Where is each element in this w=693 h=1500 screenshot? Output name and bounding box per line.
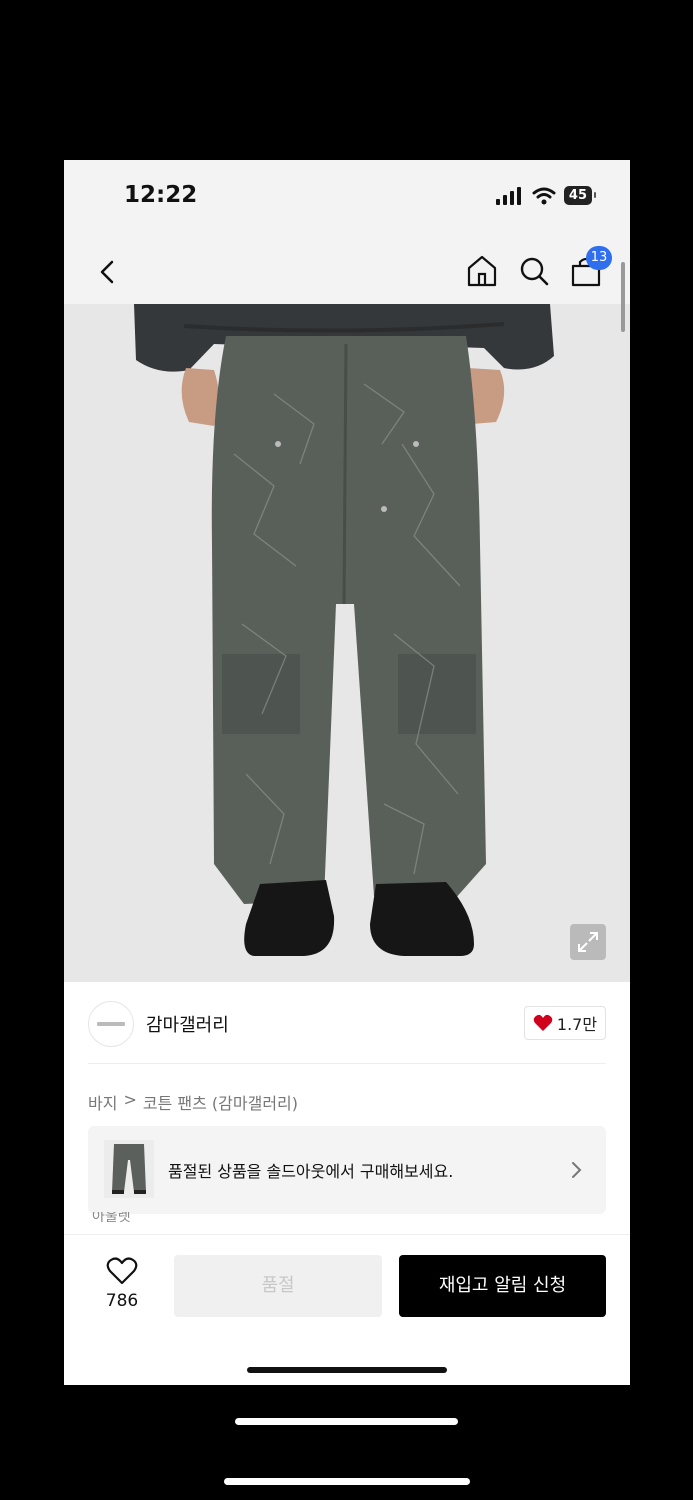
- phone-screen: 12:22 45 13 감마갤러리 1.7만 바지 > 코튼 팬츠 (감마갤러리…: [64, 160, 630, 1385]
- wish-count: 786: [105, 1291, 139, 1311]
- status-bar: 12:22 45: [64, 160, 630, 240]
- expand-icon[interactable]: [570, 924, 606, 960]
- product-image[interactable]: [64, 304, 630, 982]
- restock-alert-button[interactable]: 재입고 알림 신청: [399, 1255, 606, 1317]
- breadcrumb-separator: >: [123, 1090, 137, 1109]
- outer-bar-bottom: [224, 1478, 470, 1485]
- top-nav: [64, 240, 630, 304]
- soldout-banner[interactable]: 품절된 상품을 솔드아웃에서 구매해보세요.: [88, 1126, 606, 1214]
- product-photo: [134, 304, 554, 956]
- cart-count-badge: 13: [586, 246, 612, 270]
- bottom-action-bar: 786 품절 재입고 알림 신청: [64, 1234, 630, 1385]
- brand-like-button[interactable]: 1.7만: [524, 1006, 606, 1040]
- scroll-indicator: [621, 262, 625, 332]
- wifi-icon: [532, 187, 556, 204]
- divider: [88, 1063, 606, 1064]
- chevron-right-icon: [572, 1162, 582, 1178]
- home-indicator: [247, 1367, 447, 1373]
- cellular-signal-icon: [495, 186, 521, 205]
- home-icon[interactable]: [464, 252, 500, 290]
- heart-filled-icon: [533, 1014, 553, 1031]
- status-icons: 45: [495, 186, 597, 205]
- breadcrumb-category[interactable]: 바지: [88, 1090, 117, 1114]
- brand-name[interactable]: 감마갤러리: [146, 1011, 229, 1037]
- soldout-button: 품절: [174, 1255, 382, 1317]
- soldout-banner-text: 품절된 상품을 솔드아웃에서 구매해보세요.: [168, 1162, 454, 1181]
- outer-bar-top: [235, 1418, 458, 1425]
- brand-logo-mark: [97, 1022, 125, 1026]
- breadcrumb: 바지 > 코튼 팬츠 (감마갤러리): [88, 1090, 298, 1114]
- soldout-thumbnail: [104, 1140, 154, 1198]
- cutoff-section-label: 아울렛: [92, 1212, 131, 1225]
- heart-outline-icon[interactable]: [106, 1257, 138, 1285]
- status-time: 12:22: [124, 182, 198, 208]
- brand-logo[interactable]: [88, 1001, 134, 1047]
- breadcrumb-item[interactable]: 코튼 팬츠 (감마갤러리): [143, 1090, 298, 1114]
- search-icon[interactable]: [516, 252, 552, 290]
- back-icon[interactable]: [92, 254, 124, 290]
- brand-like-count: 1.7만: [556, 1015, 598, 1034]
- battery-indicator: 45: [563, 186, 597, 205]
